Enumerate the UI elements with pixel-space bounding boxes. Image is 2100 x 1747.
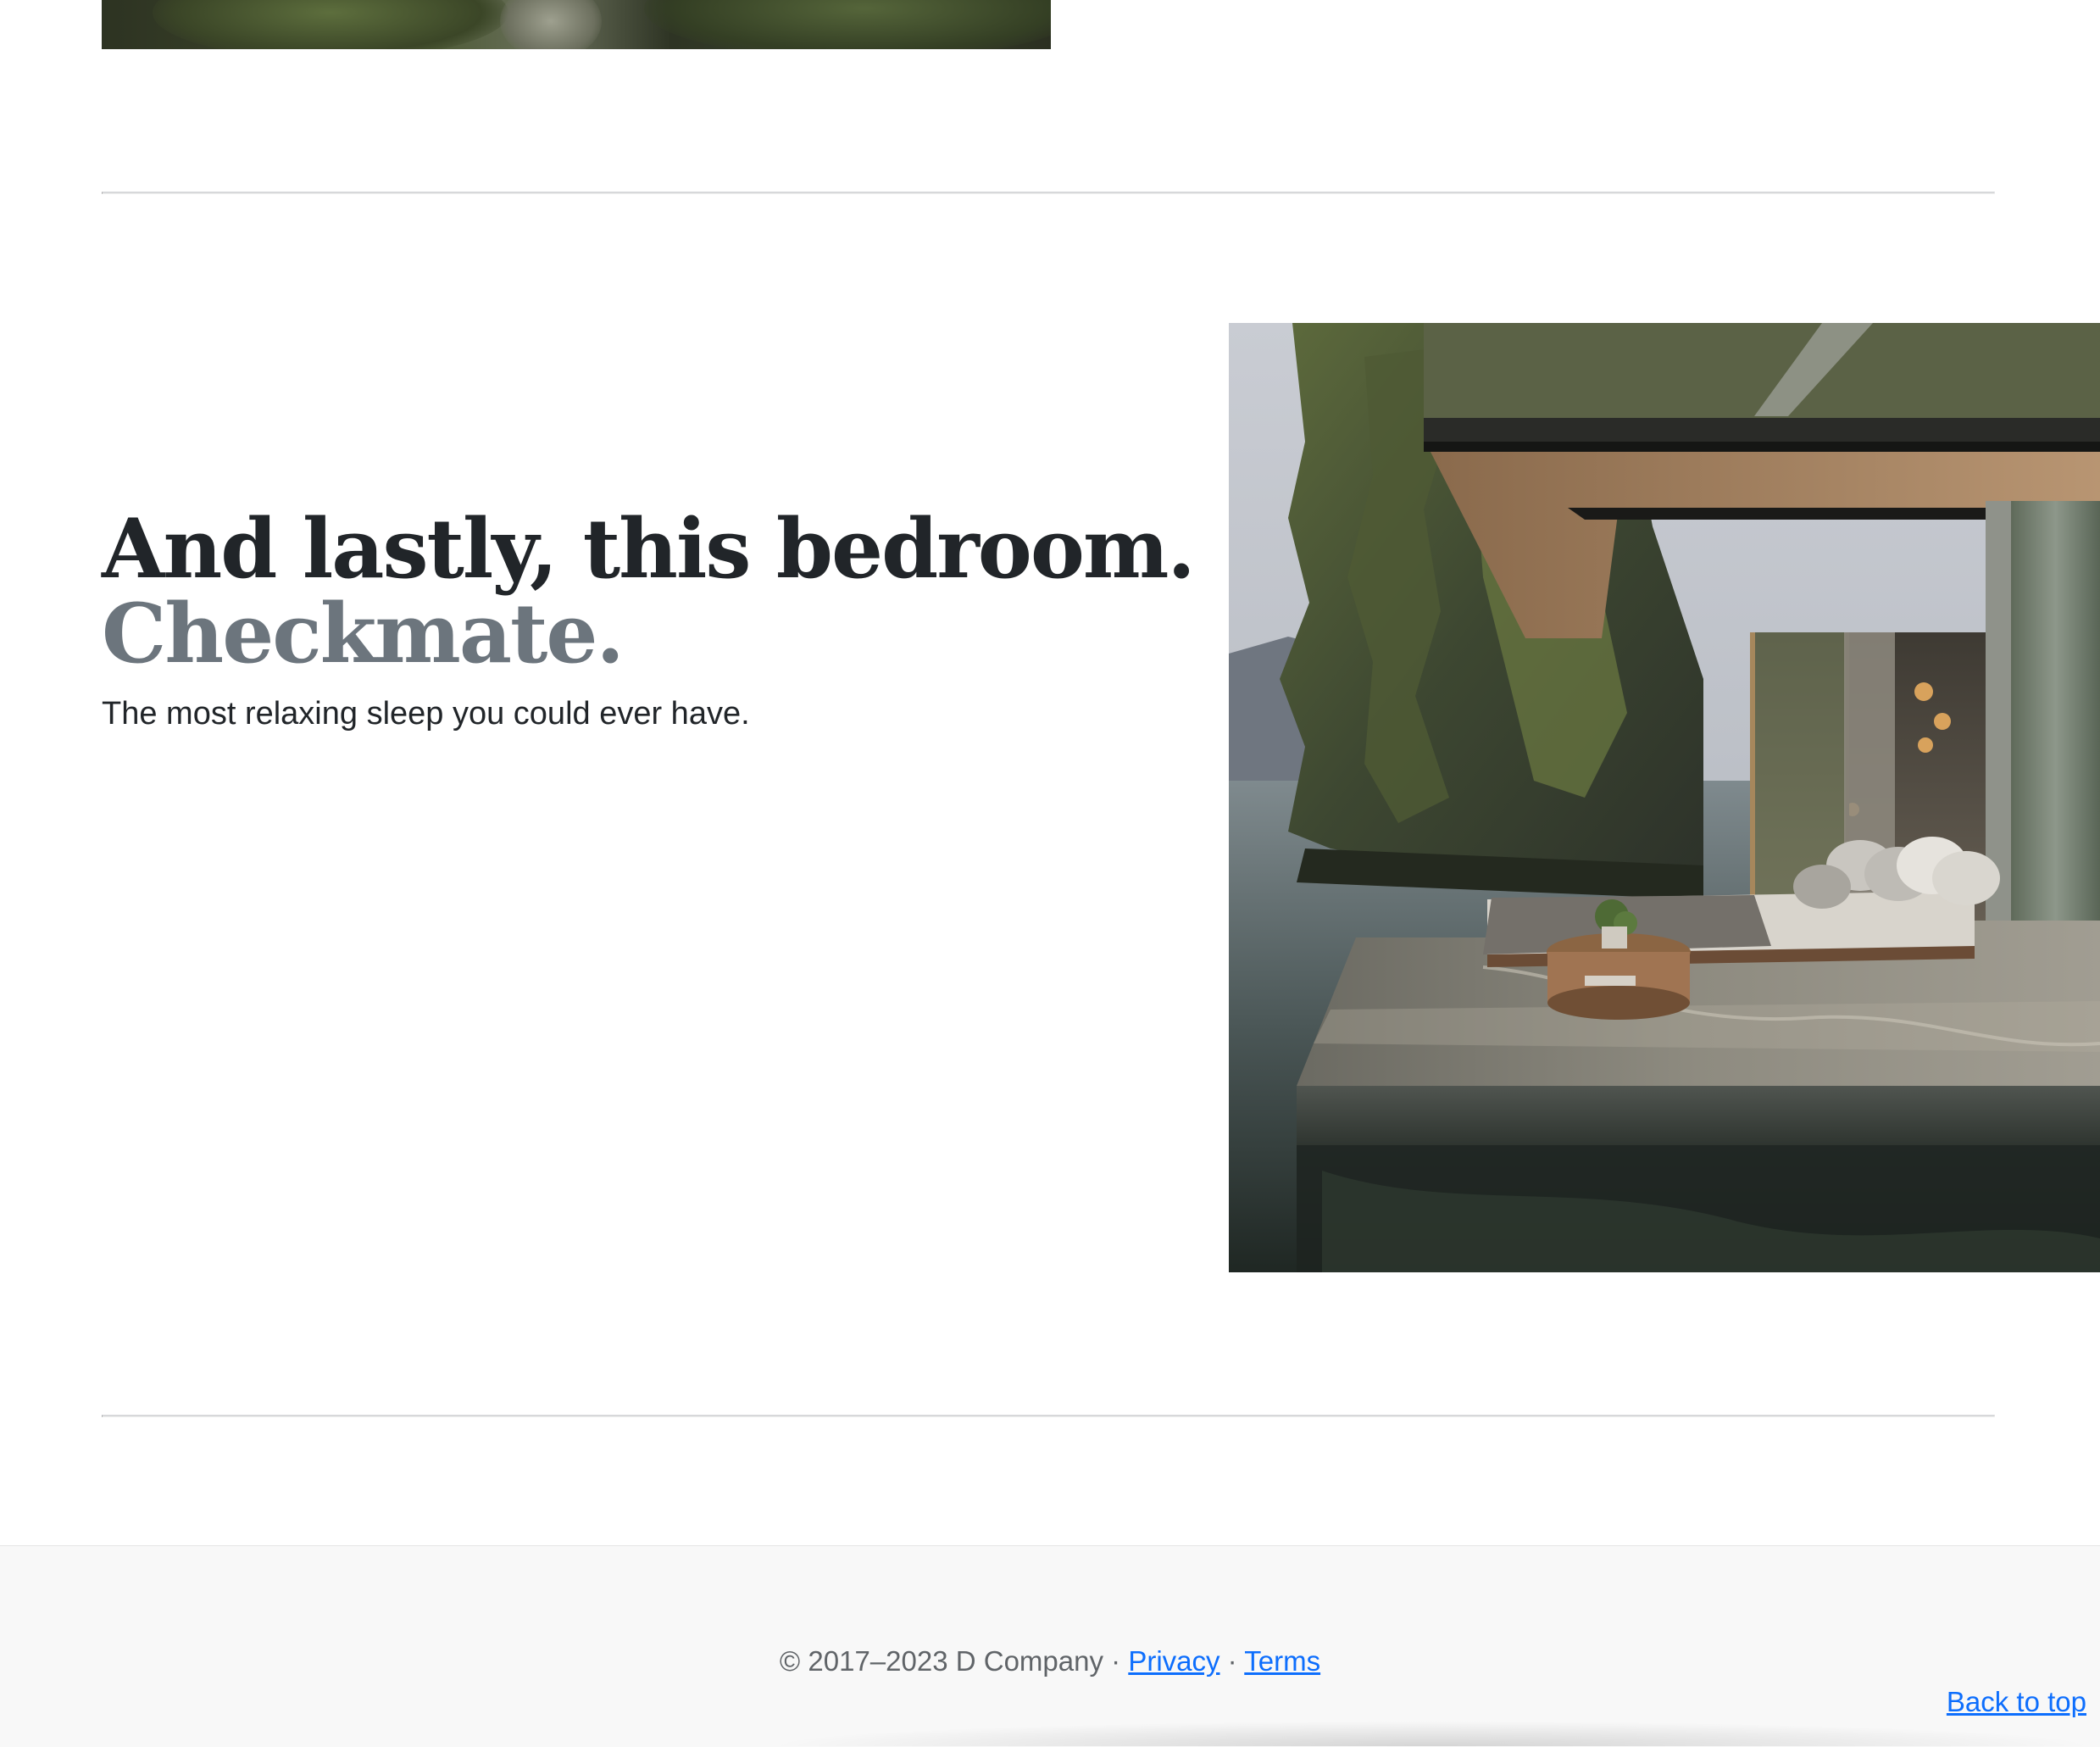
previous-feature-image bbox=[102, 0, 1051, 49]
back-to-top-link[interactable]: Back to top bbox=[1947, 1686, 2086, 1718]
bedroom-image bbox=[1229, 323, 2100, 1272]
separator: · bbox=[1227, 1645, 1237, 1677]
separator: · bbox=[1111, 1645, 1121, 1677]
copyright-text: © 2017–2023 D Company bbox=[779, 1645, 1103, 1677]
copyright: © 2017–2023 D Company · Privacy · Terms bbox=[0, 1645, 2100, 1677]
terms-link[interactable]: Terms bbox=[1244, 1645, 1320, 1677]
featurette-text: And lastly, this bedroom. Checkmate. The… bbox=[102, 507, 1203, 735]
featurette-heading-main: And lastly, this bedroom. bbox=[102, 501, 1196, 597]
privacy-link[interactable]: Privacy bbox=[1128, 1645, 1219, 1677]
featurette-divider bbox=[102, 192, 1995, 194]
featurette-heading-muted: Checkmate. bbox=[102, 585, 625, 682]
site-footer: © 2017–2023 D Company · Privacy · Terms … bbox=[0, 1545, 2100, 1747]
featurette-heading: And lastly, this bedroom. Checkmate. bbox=[102, 507, 1203, 676]
featurette-divider bbox=[102, 1415, 1995, 1417]
featurette-lead: The most relaxing sleep you could ever h… bbox=[102, 695, 750, 732]
